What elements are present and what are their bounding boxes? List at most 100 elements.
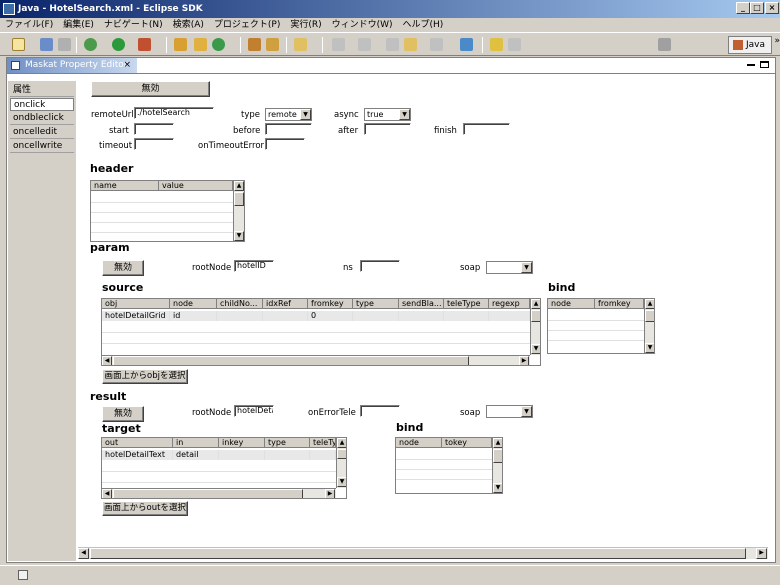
- result-soap-select[interactable]: ▼: [486, 405, 533, 418]
- maximize-button[interactable]: □: [750, 2, 764, 14]
- window-title-bar[interactable]: Java - HotelSearch.xml - Eclipse SDK _ □…: [0, 0, 780, 18]
- scroll-thumb[interactable]: [531, 310, 540, 322]
- source-table[interactable]: obj node childNo... idxRef fromkey type sendBl…: [101, 298, 541, 366]
- scroll-thumb[interactable]: [113, 489, 303, 498]
- param-soap-select[interactable]: ▼: [486, 261, 533, 274]
- minimize-view-icon[interactable]: [747, 64, 755, 66]
- scroll-down-icon[interactable]: ▼: [645, 343, 654, 353]
- ns-input[interactable]: [360, 260, 400, 272]
- minimize-button[interactable]: _: [736, 2, 750, 14]
- source-col-obj[interactable]: obj: [102, 299, 170, 309]
- finish-input[interactable]: [463, 123, 510, 135]
- ontimeouterror-input[interactable]: [265, 138, 305, 150]
- scroll-down-icon[interactable]: ▼: [234, 231, 244, 241]
- param-disable-button[interactable]: 無効: [102, 260, 144, 276]
- back-icon[interactable]: [404, 38, 417, 51]
- timeout-input[interactable]: [134, 138, 174, 150]
- type-select[interactable]: remote ▼: [265, 108, 312, 121]
- debug-icon[interactable]: [84, 38, 97, 51]
- source-vscroll[interactable]: ▲ ▼: [530, 299, 540, 355]
- onerrortele-input[interactable]: [360, 405, 400, 417]
- menu-file[interactable]: ファイル(F): [0, 20, 58, 30]
- before-input[interactable]: [265, 123, 312, 135]
- source-col-teletype[interactable]: teleType: [444, 299, 489, 309]
- scroll-thumb[interactable]: [113, 356, 469, 365]
- pin-icon[interactable]: [460, 38, 473, 51]
- param-bind-table[interactable]: node fromkey ▲ ▼: [547, 298, 655, 354]
- target-col-out[interactable]: out: [102, 438, 173, 448]
- scroll-left-icon[interactable]: ◀: [102, 356, 112, 365]
- source-col-sendblank[interactable]: sendBla...: [399, 299, 444, 309]
- print-icon[interactable]: [58, 38, 71, 51]
- table-cell[interactable]: [219, 450, 265, 460]
- nav-attributes[interactable]: 属性: [10, 84, 74, 97]
- table-cell[interactable]: [265, 450, 310, 460]
- menu-search[interactable]: 検索(A): [168, 20, 209, 30]
- table-row[interactable]: hotelDetailGrid id 0: [102, 311, 530, 321]
- bind-col-node[interactable]: node: [548, 299, 595, 309]
- select-obj-button[interactable]: 画面上からobjを選択: [102, 369, 188, 384]
- source-col-childno[interactable]: childNo...: [217, 299, 263, 309]
- source-col-type[interactable]: type: [353, 299, 399, 309]
- result-rootnode-input[interactable]: hotelDeta: [234, 405, 274, 417]
- source-col-fromkey[interactable]: fromkey: [308, 299, 353, 309]
- forward-icon[interactable]: [430, 38, 443, 51]
- target-vscroll[interactable]: ▲ ▼: [336, 438, 346, 488]
- target-table[interactable]: out in inkey type teleTy hotelDetailText deta…: [101, 437, 347, 499]
- scroll-thumb[interactable]: [234, 192, 244, 206]
- table-cell[interactable]: [217, 311, 263, 321]
- run-icon[interactable]: [112, 38, 125, 51]
- last-edit-icon[interactable]: [386, 38, 399, 51]
- header-table[interactable]: name value ▲ ▼: [90, 180, 245, 242]
- result-disable-button[interactable]: 無効: [102, 406, 144, 422]
- bind-col-tokey[interactable]: tokey: [442, 438, 492, 448]
- target-col-teletype[interactable]: teleTy: [310, 438, 336, 448]
- table-cell[interactable]: [444, 311, 489, 321]
- scroll-thumb[interactable]: [645, 310, 654, 322]
- target-hscroll[interactable]: ◀ ▶: [102, 488, 336, 498]
- scroll-right-icon[interactable]: ▶: [325, 489, 335, 498]
- menu-run[interactable]: 実行(R): [285, 20, 326, 30]
- scroll-up-icon[interactable]: ▲: [645, 299, 654, 309]
- nav-oncellwrite[interactable]: oncellwrite: [10, 140, 74, 153]
- external-tools-icon[interactable]: [138, 38, 151, 51]
- target-col-inkey[interactable]: inkey: [219, 438, 265, 448]
- table-cell[interactable]: hotelDetailGrid: [102, 311, 170, 321]
- table-cell[interactable]: [353, 311, 399, 321]
- bind-col-node[interactable]: node: [396, 438, 442, 448]
- table-cell[interactable]: 0: [308, 311, 353, 321]
- scroll-left-icon[interactable]: ◀: [78, 548, 89, 559]
- menu-help[interactable]: ヘルプ(H): [398, 20, 449, 30]
- editor-hscroll[interactable]: ◀ ▶: [78, 547, 768, 559]
- open-folder-icon[interactable]: [294, 38, 307, 51]
- start-input[interactable]: [134, 123, 174, 135]
- async-select[interactable]: true ▼: [364, 108, 411, 121]
- menu-project[interactable]: プロジェクト(P): [209, 20, 285, 30]
- scroll-up-icon[interactable]: ▲: [234, 181, 244, 191]
- scroll-right-icon[interactable]: ▶: [756, 548, 767, 559]
- nav-oncelledit[interactable]: oncelledit: [10, 126, 74, 139]
- source-col-idxref[interactable]: idxRef: [263, 299, 308, 309]
- view-menu-icon[interactable]: [737, 60, 745, 65]
- source-hscroll[interactable]: ◀ ▶: [102, 355, 530, 365]
- scroll-down-icon[interactable]: ▼: [337, 477, 346, 487]
- table-row[interactable]: hotelDetailText detail: [102, 450, 336, 460]
- close-window-button[interactable]: ×: [765, 2, 779, 14]
- disable-button[interactable]: 無効: [91, 81, 210, 97]
- header-col-name[interactable]: name: [91, 181, 159, 191]
- table-cell[interactable]: id: [170, 311, 217, 321]
- table-cell[interactable]: [399, 311, 444, 321]
- scroll-up-icon[interactable]: ▲: [531, 299, 540, 309]
- table-cell[interactable]: hotelDetailText: [102, 450, 173, 460]
- close-tab-icon[interactable]: ×: [123, 58, 131, 73]
- header-col-value[interactable]: value: [159, 181, 233, 191]
- scroll-down-icon[interactable]: ▼: [493, 483, 502, 493]
- table-cell[interactable]: detail: [173, 450, 219, 460]
- result-bind-table[interactable]: node tokey ▲ ▼: [395, 437, 503, 494]
- result-bind-scrollbar[interactable]: ▲ ▼: [492, 438, 502, 493]
- param-bind-scrollbar[interactable]: ▲ ▼: [644, 299, 654, 353]
- search-icon[interactable]: [266, 38, 279, 51]
- open-type-icon[interactable]: [248, 38, 261, 51]
- save-icon[interactable]: [40, 38, 53, 51]
- scroll-thumb[interactable]: [90, 548, 746, 559]
